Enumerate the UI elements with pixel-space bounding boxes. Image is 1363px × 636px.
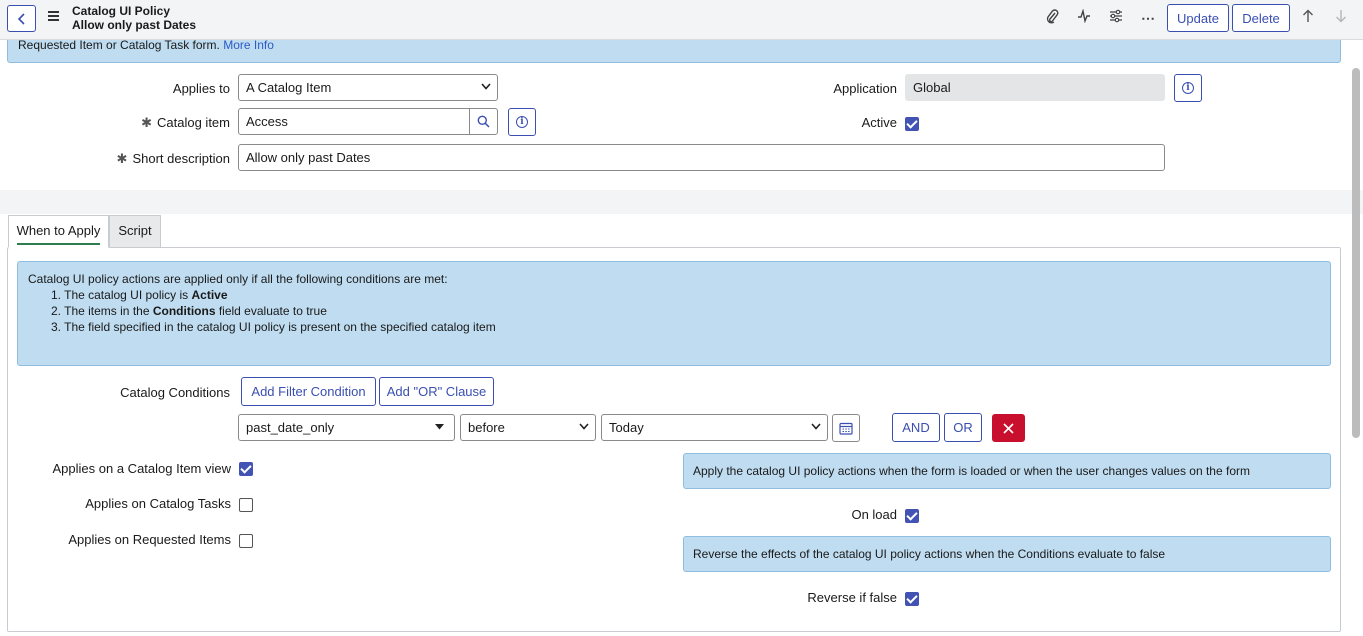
catalog-item-lookup-button[interactable] xyxy=(469,108,498,135)
applies-item-view-checkbox[interactable] xyxy=(239,462,253,476)
condition-value-select[interactable]: Today xyxy=(601,414,828,441)
chevron-down-icon xyxy=(481,75,491,100)
applies-requested-items-label: Applies on Requested Items xyxy=(68,532,231,547)
conditions-info-banner: Catalog UI policy actions are applied on… xyxy=(17,261,1331,366)
active-checkbox[interactable] xyxy=(905,117,919,131)
catalog-conditions-label: Catalog Conditions xyxy=(120,385,230,400)
context-menu-icon[interactable] xyxy=(48,11,59,23)
short-description-input[interactable]: Allow only past Dates xyxy=(238,144,1165,171)
settings-sliders-icon[interactable] xyxy=(1107,9,1125,27)
catalog-item-input[interactable]: Access xyxy=(238,108,470,135)
applies-item-view-label: Applies on a Catalog Item view xyxy=(52,461,231,476)
application-label: Application xyxy=(833,81,897,96)
condition-field-select[interactable]: past_date_only xyxy=(238,414,455,441)
reverse-if-false-label: Reverse if false xyxy=(807,590,897,605)
short-description-label: ✱ Short description xyxy=(116,151,230,166)
section-separator xyxy=(0,190,1363,214)
onload-info-banner: Apply the catalog UI policy actions when… xyxy=(683,453,1331,489)
back-button[interactable] xyxy=(7,5,36,32)
onload-label: On load xyxy=(851,507,897,522)
tab-when-to-apply[interactable]: When to Apply xyxy=(8,215,109,248)
calendar-icon xyxy=(839,422,853,435)
arrow-up-icon[interactable] xyxy=(1299,9,1317,27)
condition-item-2: 2. The items in the Conditions field eva… xyxy=(51,304,327,318)
applies-requested-items-checkbox[interactable] xyxy=(239,534,253,548)
required-star-icon: ✱ xyxy=(116,151,128,166)
required-star-icon: ✱ xyxy=(141,115,153,130)
search-icon xyxy=(477,115,490,128)
form-header: Catalog UI Policy Allow only past Dates … xyxy=(0,0,1363,40)
record-display-value: Allow only past Dates xyxy=(72,18,197,32)
or-button[interactable]: OR xyxy=(944,413,982,442)
applies-to-value: A Catalog Item xyxy=(246,80,332,95)
add-or-clause-button[interactable]: Add "OR" Clause xyxy=(379,377,494,406)
paperclip-icon[interactable] xyxy=(1043,9,1061,27)
conditions-intro: Catalog UI policy actions are applied on… xyxy=(28,272,448,286)
chevron-down-icon xyxy=(579,415,589,440)
record-type-title: Catalog UI Policy xyxy=(72,4,171,18)
active-label: Active xyxy=(861,115,897,130)
add-filter-condition-button[interactable]: Add Filter Condition xyxy=(241,377,376,406)
catalog-item-info-button[interactable]: i xyxy=(508,108,536,136)
and-button[interactable]: AND xyxy=(892,413,940,442)
reverse-if-false-checkbox[interactable] xyxy=(905,592,919,606)
application-info-button[interactable]: i xyxy=(1174,74,1202,102)
applies-catalog-tasks-checkbox[interactable] xyxy=(239,498,253,512)
calendar-button[interactable] xyxy=(832,414,860,442)
condition-item-3: 3. The field specified in the catalog UI… xyxy=(51,320,496,334)
close-icon xyxy=(1003,422,1014,434)
delete-button[interactable]: Delete xyxy=(1232,4,1290,32)
more-options-icon[interactable]: ⋯ xyxy=(1139,9,1157,27)
condition-item-1: 1. The catalog UI policy is Active xyxy=(51,288,228,302)
tab-script[interactable]: Script xyxy=(109,215,161,247)
chevron-left-icon xyxy=(17,12,25,25)
applies-to-label: Applies to xyxy=(172,81,230,96)
info-banner-text: Requested Item or Catalog Task form. xyxy=(18,38,220,52)
applies-to-select[interactable]: A Catalog Item xyxy=(238,74,498,101)
info-icon: i xyxy=(516,116,528,128)
applies-catalog-tasks-label: Applies on Catalog Tasks xyxy=(85,496,231,511)
delete-condition-button[interactable] xyxy=(992,414,1025,442)
arrow-down-icon[interactable] xyxy=(1332,9,1350,27)
info-icon: i xyxy=(1182,82,1194,94)
update-button[interactable]: Update xyxy=(1167,4,1229,32)
onload-checkbox[interactable] xyxy=(905,509,919,523)
catalog-item-label: ✱ Catalog item xyxy=(141,115,230,130)
application-field: Global xyxy=(905,74,1165,101)
page-scrollbar[interactable] xyxy=(1352,68,1360,438)
reverse-info-banner: Reverse the effects of the catalog UI po… xyxy=(683,536,1331,572)
more-info-link[interactable]: More Info xyxy=(223,38,274,52)
chevron-down-icon xyxy=(811,415,821,440)
condition-operator-select[interactable]: before xyxy=(460,414,596,441)
caret-down-icon xyxy=(435,415,444,440)
activity-pulse-icon[interactable] xyxy=(1075,8,1093,27)
